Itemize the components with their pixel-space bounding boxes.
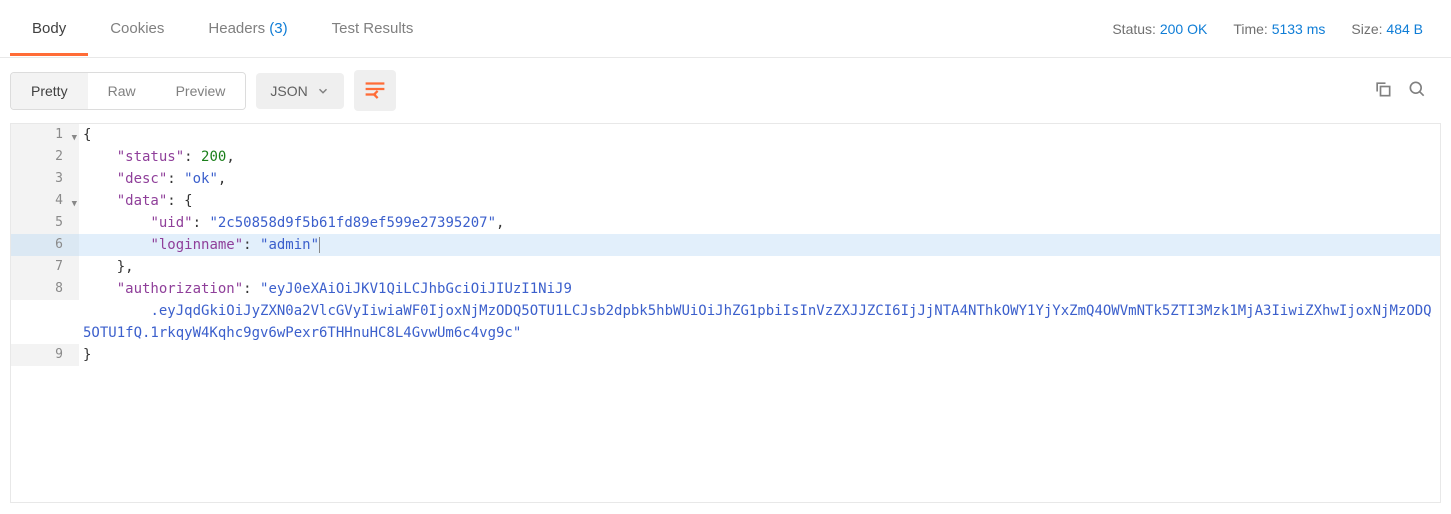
status-value[interactable]: 200 OK: [1160, 21, 1207, 37]
tab-test-results[interactable]: Test Results: [310, 2, 436, 55]
line-number: 8: [11, 278, 79, 300]
search-icon: [1407, 79, 1427, 99]
response-tabs-row: Body Cookies Headers (3) Test Results St…: [0, 0, 1451, 58]
format-select[interactable]: JSON: [256, 73, 343, 109]
line-number: 6: [11, 234, 79, 256]
line-number: 9: [11, 344, 79, 366]
line-number: 5: [11, 212, 79, 234]
tab-cookies[interactable]: Cookies: [88, 2, 186, 55]
view-pretty-button[interactable]: Pretty: [11, 73, 88, 109]
view-raw-button[interactable]: Raw: [88, 73, 156, 109]
wrap-icon: [364, 78, 386, 100]
size-label: Size:: [1351, 21, 1382, 37]
format-select-label: JSON: [270, 83, 307, 99]
time-label: Time:: [1233, 21, 1267, 37]
tab-headers-count: (3): [269, 20, 287, 37]
code-content: "desc": "ok",: [79, 168, 1440, 190]
code-content: {: [79, 124, 1440, 146]
tab-headers[interactable]: Headers (3): [186, 2, 309, 55]
line-number: 3: [11, 168, 79, 190]
code-content: "uid": "2c50858d9f5b61fd89ef599e27395207…: [79, 212, 1440, 234]
copy-button[interactable]: [1373, 79, 1393, 102]
response-body-editor[interactable]: 1▼ { 2 "status": 200, 3 "desc": "ok", 4▼…: [10, 123, 1441, 503]
status-label: Status:: [1112, 21, 1156, 37]
chevron-down-icon: [316, 84, 330, 98]
line-number: 2: [11, 146, 79, 168]
code-content: "data": {: [79, 190, 1440, 212]
toolbar-right: [1373, 79, 1441, 102]
code-content: "status": 200,: [79, 146, 1440, 168]
code-content: }: [79, 344, 1440, 366]
response-tabs: Body Cookies Headers (3) Test Results: [10, 2, 435, 55]
view-preview-button[interactable]: Preview: [156, 73, 246, 109]
line-number: 4▼: [11, 190, 79, 212]
code-content: "loginname": "admin": [79, 234, 1440, 256]
response-meta: Status: 200 OK Time: 5133 ms Size: 484 B: [1112, 21, 1441, 37]
code-content: },: [79, 256, 1440, 278]
view-mode-group: Pretty Raw Preview: [10, 72, 246, 110]
time-value[interactable]: 5133 ms: [1272, 21, 1326, 37]
text-cursor: [319, 237, 320, 253]
tab-headers-label: Headers: [208, 20, 265, 37]
time-block: Time: 5133 ms: [1233, 21, 1325, 37]
size-block: Size: 484 B: [1351, 21, 1423, 37]
copy-icon: [1373, 79, 1393, 99]
line-number: 7: [11, 256, 79, 278]
status-block: Status: 200 OK: [1112, 21, 1207, 37]
tab-body[interactable]: Body: [10, 2, 88, 55]
size-value[interactable]: 484 B: [1386, 21, 1423, 37]
code-content: "authorization": "eyJ0eXAiOiJKV1QiLCJhbG…: [79, 278, 1440, 344]
line-number: 1▼: [11, 124, 79, 146]
search-button[interactable]: [1407, 79, 1427, 102]
wrap-lines-button[interactable]: [354, 70, 396, 111]
body-toolbar: Pretty Raw Preview JSON: [0, 58, 1451, 119]
